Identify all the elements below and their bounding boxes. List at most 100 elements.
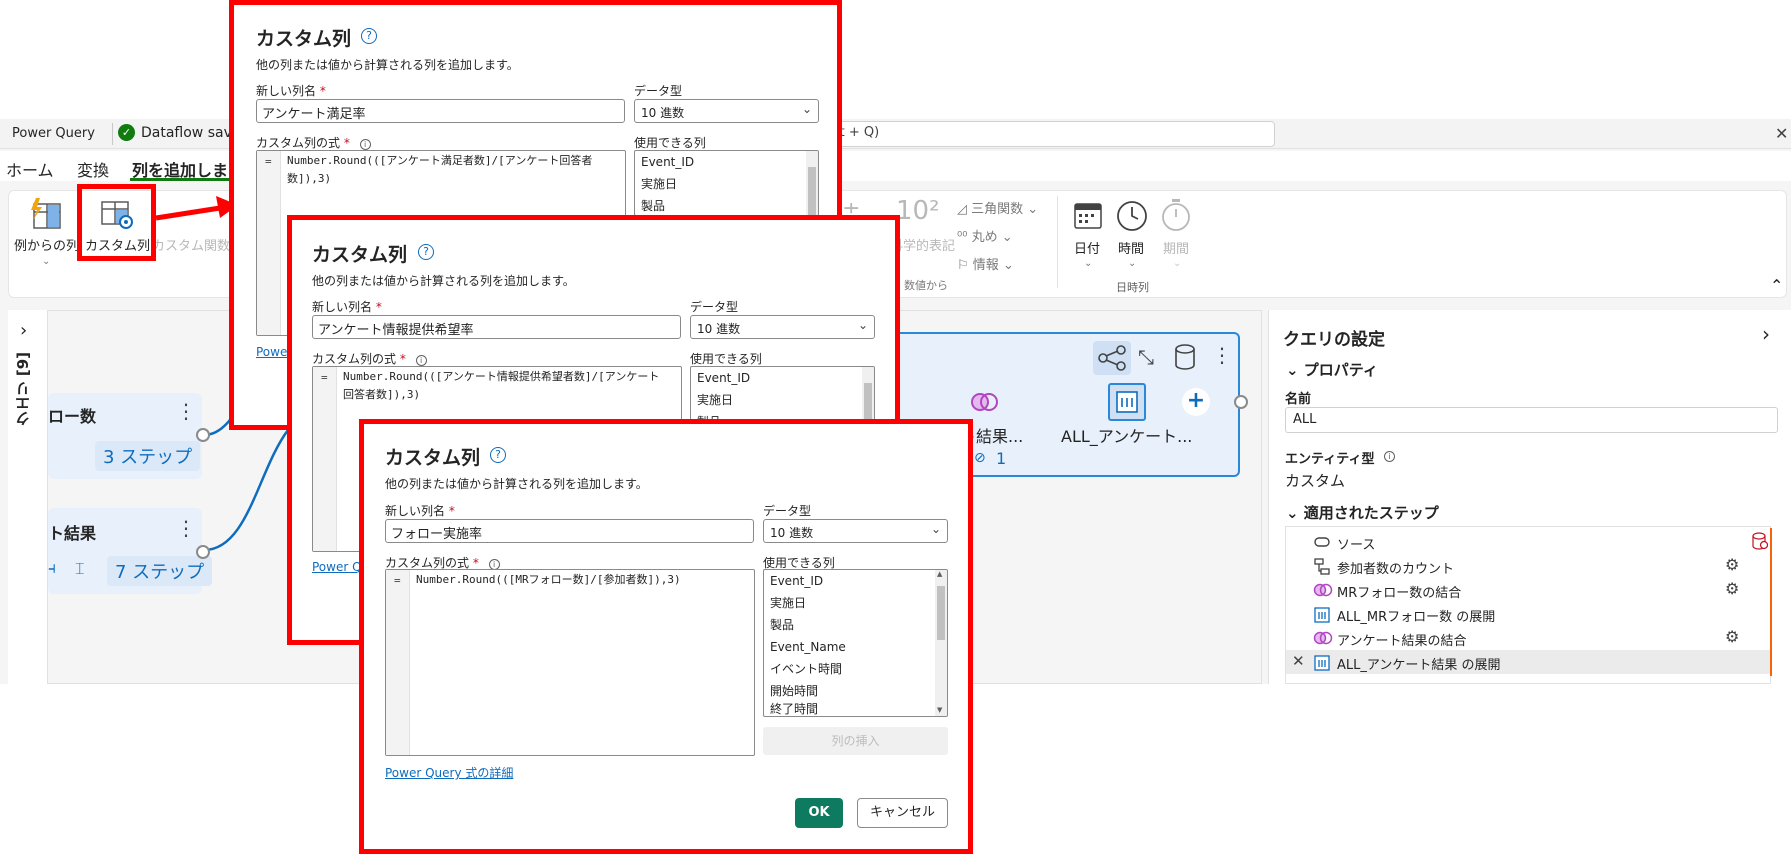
delete-step-icon[interactable]: ✕ — [1292, 652, 1305, 670]
formula-text[interactable]: Number.Round(([アンケート満足者数]/[アンケート回答者 数]),… — [287, 152, 617, 188]
ok-button[interactable]: OK — [795, 798, 843, 828]
warning-database-icon[interactable] — [1752, 532, 1769, 554]
help-icon[interactable]: ? — [361, 28, 377, 44]
node-menu-icon[interactable]: ⋮ — [1212, 343, 1232, 367]
node-menu-icon[interactable]: ⋮ — [176, 399, 196, 423]
column-item[interactable]: 終了時間 — [764, 702, 947, 716]
new-column-name-input[interactable]: フォロー実施率 — [385, 519, 754, 543]
scroll-thumb[interactable] — [808, 167, 816, 215]
add-step-button[interactable]: + — [1182, 388, 1210, 416]
ribbon-divider — [1057, 196, 1058, 288]
entity-type-value: カスタム — [1285, 472, 1346, 490]
formula-editor[interactable]: = Number.Round(([MRフォロー数]/[参加者数]),3) — [385, 569, 755, 756]
column-item[interactable]: 製品 — [635, 195, 818, 215]
collapse-ribbon-icon[interactable]: ⌃ — [1770, 276, 1783, 295]
expand-step-icon[interactable] — [1108, 383, 1146, 421]
available-columns-list[interactable]: Event_ID 実施日 製品 — [690, 366, 875, 426]
scroll-thumb[interactable] — [937, 586, 945, 640]
new-column-name-input[interactable]: アンケート情報提供希望率 — [312, 315, 681, 339]
column-item[interactable]: Event_ID — [691, 367, 874, 389]
info-icon[interactable]: i — [1384, 451, 1395, 462]
scroll-up-icon[interactable]: ▲ — [937, 570, 942, 578]
new-column-name-input[interactable]: アンケート満足率 — [256, 99, 625, 123]
information-button[interactable]: ⚐ 情報 ⌄ — [957, 254, 1014, 273]
column-item[interactable]: 実施日 — [764, 592, 947, 614]
scrollbar[interactable]: ▲ ▼ — [935, 570, 947, 716]
cancel-button[interactable]: キャンセル — [857, 798, 948, 828]
expand-settings-icon[interactable]: › — [1762, 322, 1770, 346]
gear-icon[interactable]: ⚙ — [1725, 555, 1739, 574]
scroll-down-icon[interactable]: ▼ — [937, 706, 942, 714]
available-columns-list[interactable]: Event_ID 実施日 製品 Event_Name イベント時間 開始時間 終… — [763, 569, 948, 717]
collapse-icon[interactable]: ⤡ — [1138, 345, 1154, 369]
time-button[interactable]: 時間 — [1118, 238, 1144, 257]
scrollbar[interactable] — [862, 367, 874, 425]
formula-text[interactable]: Number.Round(([アンケート情報提供希望者数]/[アンケート 回答者… — [343, 368, 673, 404]
chevron-down-icon[interactable]: ⌄ — [1173, 258, 1181, 269]
steps-badge[interactable]: 3 ステップ — [95, 441, 201, 471]
close-icon[interactable]: ✕ — [1775, 124, 1788, 143]
rounding-button[interactable]: ⁰⁰ 丸め ⌄ — [957, 226, 1013, 245]
formula-gutter — [257, 151, 281, 335]
required-marker: * — [448, 504, 455, 518]
active-tab-indicator — [130, 178, 230, 181]
column-item[interactable]: Event_ID — [635, 151, 818, 173]
custom-function-button[interactable]: カスタム関数 — [152, 235, 230, 254]
trigonometry-button[interactable]: ◿ 三角関数 ⌄ — [957, 198, 1038, 217]
chevron-down-icon[interactable]: ⌄ — [1084, 258, 1092, 269]
data-type-value: 10 進数 — [641, 106, 685, 120]
tab-home[interactable]: ホーム — [6, 157, 54, 181]
info-icon[interactable]: i — [359, 139, 371, 150]
gear-icon[interactable]: ⚙ — [1725, 627, 1739, 646]
column-item[interactable]: 開始時間 — [764, 680, 947, 702]
merge-icon[interactable] — [970, 391, 1000, 417]
required-marker: * — [472, 556, 479, 570]
column-item[interactable]: 製品 — [764, 614, 947, 636]
data-type-select[interactable]: 10 進数 ⌄ — [690, 315, 875, 339]
properties-section-toggle[interactable]: ⌄ プロパティ — [1286, 359, 1378, 380]
duration-button[interactable]: 期間 — [1163, 238, 1189, 257]
formula-gutter — [313, 367, 337, 551]
steps-badge[interactable]: 7 ステップ — [107, 556, 213, 586]
queries-label: クエリ [9] — [14, 352, 32, 427]
applied-steps-toggle[interactable]: ⌄ 適用されたステップ — [1286, 502, 1439, 523]
node-output-port[interactable] — [196, 545, 210, 559]
name-label: 名前 — [1285, 392, 1312, 407]
power-button[interactable]: 10² — [896, 196, 940, 226]
column-from-examples-button[interactable]: 例からの列 — [14, 235, 79, 254]
data-type-select[interactable]: 10 進数 ⌄ — [763, 519, 948, 543]
chevron-down-icon[interactable]: ⌄ — [1128, 258, 1136, 269]
clock-icon — [1116, 200, 1148, 236]
node-output-port[interactable] — [1234, 395, 1248, 409]
scrollbar[interactable] — [806, 151, 818, 215]
power-query-docs-link[interactable]: Power Query 式の詳細 — [385, 764, 513, 781]
help-icon[interactable]: ? — [418, 244, 434, 260]
date-button[interactable]: 日付 — [1074, 238, 1100, 257]
search-input[interactable] — [820, 121, 1275, 147]
insert-column-button[interactable]: 列の挿入 — [763, 727, 948, 755]
label-text: カスタム列の式 — [256, 136, 341, 150]
column-item[interactable]: イベント時間 — [764, 658, 947, 680]
info-icon[interactable]: i — [415, 355, 427, 366]
column-item[interactable]: Event_ID — [764, 570, 947, 592]
formula-equals: = — [394, 574, 401, 587]
data-type-select[interactable]: 10 進数 ⌄ — [634, 99, 819, 123]
database-icon[interactable] — [1173, 344, 1197, 374]
link-count: 1 — [996, 449, 1007, 468]
node-output-port[interactable] — [196, 428, 210, 442]
formula-equals: = — [321, 371, 328, 384]
column-item[interactable]: 実施日 — [691, 389, 874, 411]
node-menu-icon[interactable]: ⋮ — [176, 516, 196, 540]
formula-text[interactable]: Number.Round(([MRフォロー数]/[参加者数]),3) — [416, 571, 746, 589]
query-name-input[interactable] — [1285, 407, 1778, 433]
title-divider — [112, 123, 113, 145]
expand-queries-icon[interactable]: › — [20, 320, 27, 341]
chevron-down-icon[interactable]: ⌄ — [42, 256, 50, 267]
available-columns-list[interactable]: Event_ID 実施日 製品 — [634, 150, 819, 216]
diagram-view-icon[interactable] — [1093, 341, 1131, 375]
gear-icon[interactable]: ⚙ — [1725, 579, 1739, 598]
tab-transform[interactable]: 変換 — [77, 157, 109, 181]
column-item[interactable]: 実施日 — [635, 173, 818, 195]
help-icon[interactable]: ? — [490, 447, 506, 463]
column-item[interactable]: Event_Name — [764, 636, 947, 658]
